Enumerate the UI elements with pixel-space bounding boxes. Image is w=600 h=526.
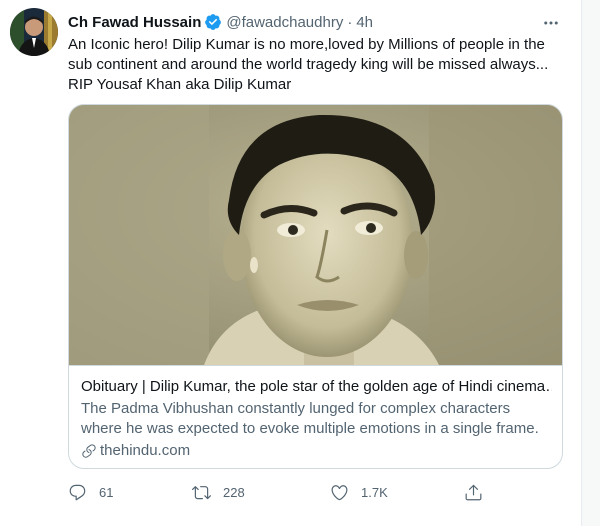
heart-icon (331, 484, 348, 500)
retweet-button[interactable]: 228 (192, 480, 245, 504)
reply-count: 61 (99, 484, 114, 500)
avatar-image (10, 8, 58, 56)
share-icon (465, 484, 482, 500)
like-button[interactable]: 1.7K (330, 480, 388, 504)
retweet-icon (192, 485, 211, 499)
author-handle[interactable]: @fawadchaudhry (226, 14, 343, 31)
separator-dot: · (347, 13, 353, 31)
reply-icon (69, 484, 86, 500)
card-title[interactable]: Obituary | Dilip Kumar, the pole star of… (81, 377, 552, 397)
reply-button[interactable]: 61 (68, 480, 113, 504)
retweet-count: 228 (223, 484, 245, 500)
card-image[interactable] (69, 105, 562, 365)
tweet-timestamp[interactable]: 4h (356, 14, 373, 31)
card-description: The Padma Vibhushan constantly lunged fo… (81, 400, 539, 437)
card-domain[interactable]: thehindu.com (81, 441, 552, 461)
tweet-text: An Iconic hero! Dilip Kumar is no more,l… (68, 36, 549, 93)
more-options-button[interactable] (540, 12, 562, 34)
card-domain-text: thehindu.com (100, 442, 191, 459)
verified-badge-icon (204, 13, 222, 31)
scrollbar-track[interactable] (582, 0, 600, 526)
tweet-actions: 61 228 1.7K (68, 480, 563, 504)
link-card[interactable]: Obituary | Dilip Kumar, the pole star of… (68, 104, 563, 469)
share-button[interactable] (464, 480, 483, 504)
like-count: 1.7K (361, 484, 388, 500)
avatar[interactable] (10, 8, 58, 56)
author-name[interactable]: Ch Fawad Hussain (68, 14, 201, 31)
card-body: Obituary | Dilip Kumar, the pole star of… (69, 365, 562, 468)
link-icon (82, 444, 96, 458)
more-icon (544, 21, 558, 25)
tweet-header: Ch Fawad Hussain @fawadchaudhry · 4h (68, 12, 373, 32)
portrait-photo (69, 105, 562, 365)
tweet[interactable]: Ch Fawad Hussain @fawadchaudhry · 4h An … (0, 0, 582, 526)
